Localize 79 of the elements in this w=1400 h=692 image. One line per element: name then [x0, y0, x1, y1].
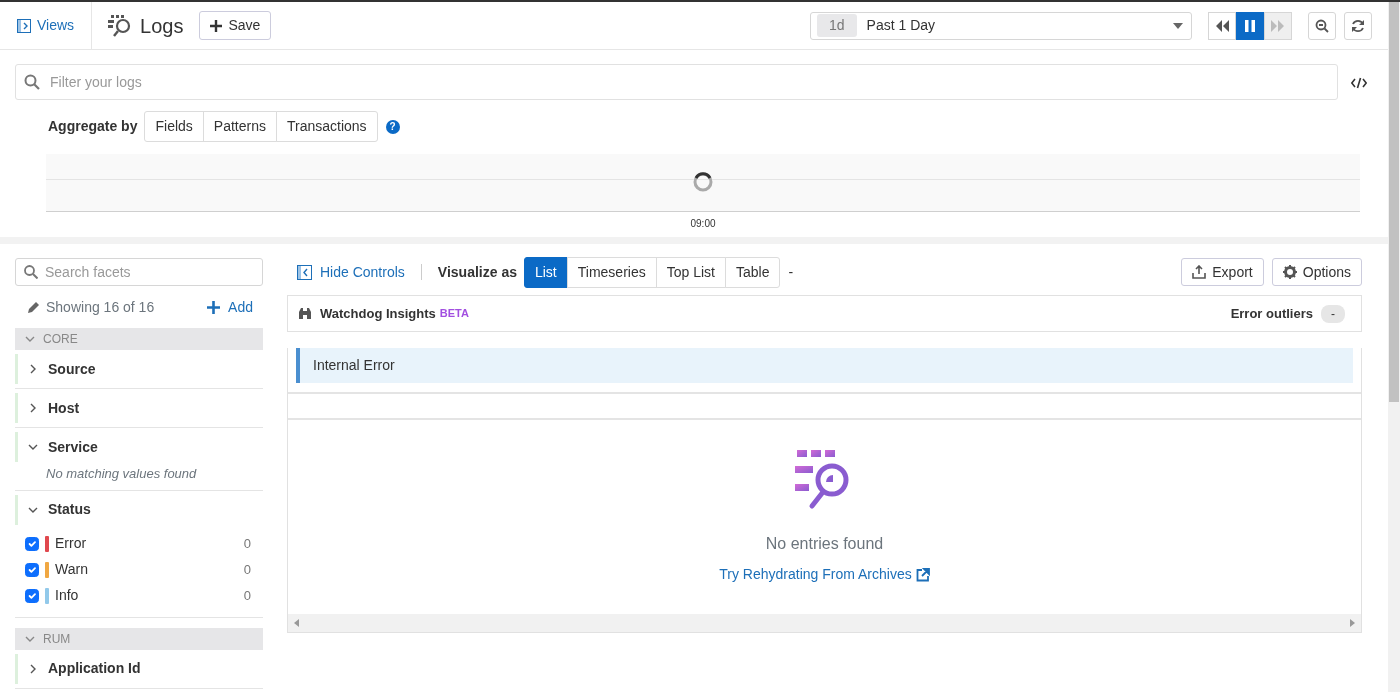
time-badge: 1d	[817, 14, 857, 37]
rewind-icon	[1215, 18, 1229, 33]
rehydrate-link[interactable]: Try Rehydrating From Archives	[719, 564, 930, 585]
help-icon[interactable]: ?	[385, 119, 400, 134]
pause-icon	[1243, 18, 1257, 33]
status-checkbox[interactable]	[25, 536, 39, 551]
status-checkbox[interactable]	[25, 562, 39, 577]
magnifier-icon	[1315, 18, 1329, 33]
plus-icon	[207, 300, 221, 314]
hide-controls-link[interactable]: Hide Controls	[297, 261, 405, 283]
page-title: Logs	[140, 13, 184, 39]
horizontal-scrollbar[interactable]	[288, 614, 1361, 632]
visualization-tab[interactable]: Top List	[655, 256, 726, 288]
time-range-select[interactable]: 1d Past 1 Day	[810, 11, 1192, 40]
facet-header[interactable]: Host	[15, 393, 263, 423]
chevron-right-icon	[28, 403, 38, 413]
beta-tag: BETA	[439, 305, 469, 322]
empty-message: No entries found	[765, 534, 884, 554]
status-label: Error	[55, 534, 87, 553]
axis-tick-label: 09:00	[690, 218, 716, 229]
save-button[interactable]: Save	[199, 11, 272, 40]
external-link-icon	[915, 567, 930, 582]
aggregate-tab[interactable]: Fields	[144, 111, 204, 142]
scroll-right-icon	[1350, 619, 1355, 627]
error-outliers-label: Error outliers	[1230, 304, 1313, 323]
chevron-down-icon	[25, 334, 35, 344]
filter-field[interactable]: Filter your logs	[15, 64, 1338, 100]
chevron-down-icon	[28, 442, 38, 452]
visualization-tab[interactable]: List	[523, 256, 568, 288]
collapse-panel-icon	[297, 264, 312, 280]
visualize-label: Visualize as	[437, 262, 517, 282]
time-range-label: Past 1 Day	[866, 16, 937, 35]
aggregate-tab[interactable]: Transactions	[275, 111, 378, 142]
upload-icon	[1192, 265, 1207, 279]
chevron-right-icon	[28, 663, 38, 674]
pause-button[interactable]	[1236, 11, 1264, 40]
caret-icon	[1173, 22, 1183, 29]
visualization-tab[interactable]: Timeseries	[566, 256, 657, 288]
refresh-button[interactable]	[1344, 11, 1372, 40]
status-checkbox[interactable]	[25, 588, 39, 603]
status-count: 0	[243, 560, 251, 579]
views-link[interactable]: Views	[0, 2, 93, 50]
aggregate-tab[interactable]: Patterns	[202, 111, 277, 142]
fast-forward-icon	[1271, 18, 1285, 33]
facet-header[interactable]: Service	[15, 432, 263, 462]
settings-icon	[1282, 265, 1297, 279]
panel-icon	[17, 18, 31, 33]
zoom-out-button[interactable]	[1308, 11, 1336, 40]
add-facet-link[interactable]: Add	[207, 296, 253, 318]
chevron-right-icon	[28, 364, 38, 374]
showing-count: Showing 16 of 16	[46, 297, 156, 317]
error-outliers-count: -	[1321, 304, 1345, 323]
pencil-icon	[27, 300, 40, 314]
status-label: Warn	[55, 560, 88, 579]
facet-header[interactable]: Status	[15, 494, 263, 525]
facet-header[interactable]: Source	[15, 354, 263, 384]
trailing-dash: -	[788, 262, 794, 282]
scroll-left-icon	[294, 619, 299, 627]
status-count: 0	[243, 534, 251, 553]
search-icon	[24, 265, 38, 279]
options-button[interactable]: Options	[1271, 258, 1362, 286]
insights-title: Watchdog Insights	[320, 304, 436, 323]
status-count: 0	[243, 586, 251, 605]
visualization-tab[interactable]: Table	[724, 256, 781, 288]
status-label: Info	[55, 586, 79, 605]
code-icon	[1351, 76, 1367, 89]
binoculars-icon	[298, 307, 312, 320]
insight-item[interactable]: Internal Error	[296, 348, 1353, 383]
refresh-icon	[1351, 18, 1365, 33]
vertical-scrollbar[interactable]	[1388, 2, 1400, 692]
rewind-button[interactable]	[1208, 11, 1236, 40]
facet-header[interactable]: Application Id	[15, 653, 263, 684]
empty-note: No matching values found	[45, 465, 198, 483]
search-icon	[24, 74, 40, 90]
plus-icon	[210, 19, 223, 32]
export-button[interactable]: Export	[1181, 258, 1264, 286]
logs-icon	[108, 14, 133, 37]
facet-search-field[interactable]: Search facets	[15, 258, 263, 286]
aggregate-label: Aggregate by	[48, 117, 138, 136]
